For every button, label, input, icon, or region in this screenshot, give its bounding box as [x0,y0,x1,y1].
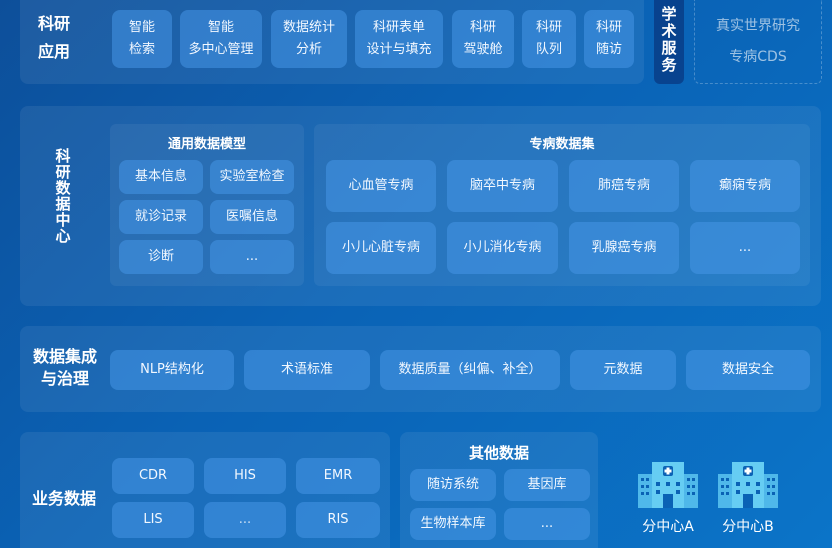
set-cardiovascular[interactable]: 心血管专病 [326,160,436,212]
hospital-building-icon [718,462,778,508]
integration-metadata[interactable]: 元数据 [570,350,676,390]
rwe-subtitle: 专病CDS [729,49,787,65]
business-ris[interactable]: RIS [296,502,380,538]
business-label: 业务数据 [31,489,96,508]
set-more[interactable]: ... [690,222,800,274]
hospital-building-icon [638,462,698,508]
integration-data-quality[interactable]: 数据质量（纠偏、补全） [380,350,560,390]
academic-service-label: 学 术 服 务 [661,5,677,74]
business-cdr[interactable]: CDR [112,458,194,494]
set-pediatric-digestive[interactable]: 小儿消化专病 [447,222,558,274]
set-epilepsy[interactable]: 癫痫专病 [690,160,800,212]
app-cohort[interactable]: 科研 队列 [522,10,576,68]
app-smart-search[interactable]: 智能 检索 [112,10,172,68]
business-his[interactable]: HIS [204,458,286,494]
business-more[interactable]: ... [204,502,286,538]
branch-center-b-label: 分中心B [722,519,774,535]
other-gene-bank[interactable]: 基因库 [504,469,590,501]
app-cockpit[interactable]: 科研 驾驶舱 [452,10,514,68]
app-statistics[interactable]: 数据统计 分析 [271,10,347,68]
business-emr[interactable]: EMR [296,458,380,494]
integration-data-security[interactable]: 数据安全 [686,350,810,390]
branch-center-a-label: 分中心A [642,519,694,535]
app-form-design[interactable]: 科研表单 设计与填充 [355,10,443,68]
app-multicenter-management[interactable]: 智能 多中心管理 [180,10,262,68]
research-apps-label: 科研 应用 [37,14,70,61]
data-center-label: 科 研 数 据 中 心 [55,147,71,245]
other-followup-system[interactable]: 随访系统 [410,469,496,501]
other-data-title: 其他数据 [468,444,529,462]
other-biobank[interactable]: 生物样本库 [410,508,496,540]
set-stroke[interactable]: 脑卒中专病 [447,160,558,212]
app-followup[interactable]: 科研 随访 [584,10,634,68]
integration-label: 数据集成 与治理 [32,347,97,388]
disease-sets-title: 专病数据集 [529,137,595,152]
rwe-panel [694,0,822,84]
business-lis[interactable]: LIS [112,502,194,538]
set-pediatric-cardiac[interactable]: 小儿心脏专病 [326,222,436,274]
integration-nlp[interactable]: NLP结构化 [110,350,234,390]
model-diagnosis[interactable]: 诊断 [119,240,203,274]
model-lab-exam[interactable]: 实验室检查 [210,160,294,194]
model-order-info[interactable]: 医嘱信息 [210,200,294,234]
set-breast-cancer[interactable]: 乳腺癌专病 [569,222,679,274]
model-more[interactable]: ... [210,240,294,274]
set-lung-cancer[interactable]: 肺癌专病 [569,160,679,212]
model-visit-record[interactable]: 就诊记录 [119,200,203,234]
integration-terminology[interactable]: 术语标准 [244,350,370,390]
general-model-title: 通用数据模型 [167,137,246,152]
other-more[interactable]: ... [504,508,590,540]
rwe-title: 真实世界研究 [716,18,800,34]
model-basic-info[interactable]: 基本信息 [119,160,203,194]
